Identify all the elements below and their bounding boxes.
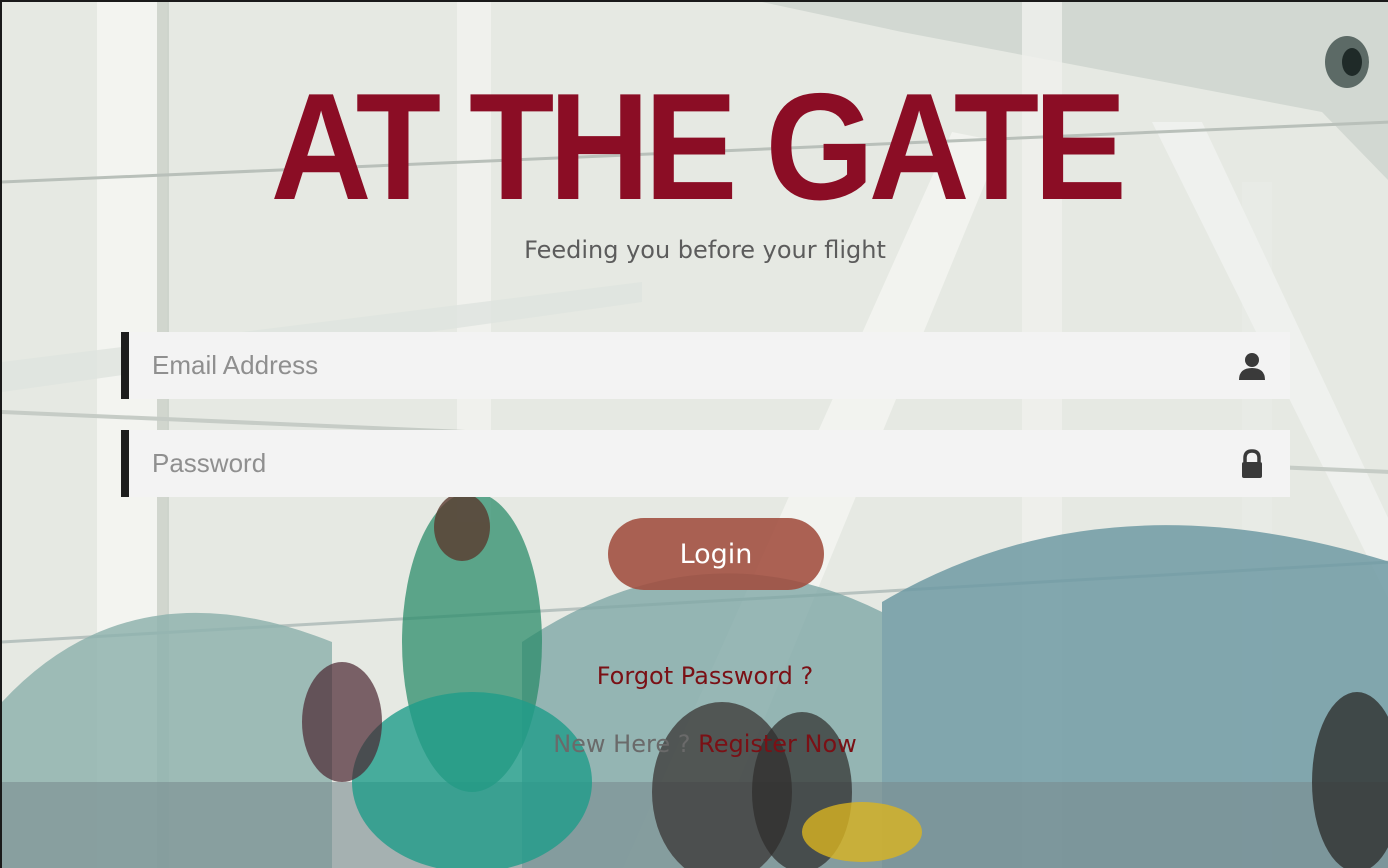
user-icon — [1236, 350, 1268, 382]
app-title: AT THE GATE — [270, 62, 1127, 232]
password-field — [121, 430, 1290, 497]
new-here-text: New Here ? — [553, 730, 691, 758]
register-now-link[interactable]: Register Now — [698, 730, 857, 758]
login-button[interactable]: Login — [608, 518, 824, 590]
forgot-password-link[interactable]: Forgot Password ? — [2, 662, 1388, 690]
app-tagline: Feeding you before your flight — [524, 236, 886, 264]
register-row: New Here ? Register Now — [2, 730, 1388, 758]
lock-icon — [1236, 448, 1268, 480]
email-input[interactable] — [129, 332, 1209, 399]
password-input[interactable] — [129, 430, 1209, 497]
login-screen: AT THE GATE Feeding you before your flig… — [0, 0, 1388, 868]
email-field — [121, 332, 1290, 399]
